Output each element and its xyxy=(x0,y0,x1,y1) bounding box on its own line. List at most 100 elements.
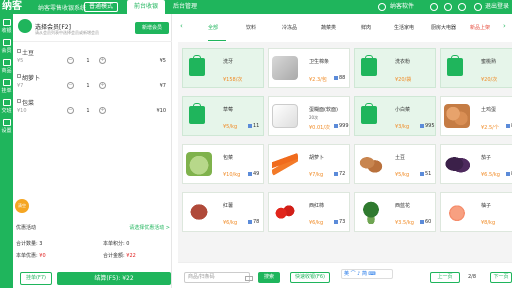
product-image xyxy=(271,54,298,82)
product-card[interactable]: 红薯 ¥6/kg 78 xyxy=(182,192,264,232)
product-image xyxy=(443,102,470,130)
shopping-bag-icon xyxy=(447,55,463,76)
product-image xyxy=(185,102,211,130)
chevron-right-icon[interactable]: › xyxy=(503,22,511,34)
sidebar-item-checkout[interactable]: 收银 xyxy=(1,18,12,34)
member-selector[interactable]: 选择会员[F2] 请从会员列表中选择会员或新增会员 新增会员 xyxy=(13,14,172,42)
plus-icon[interactable]: + xyxy=(99,57,106,64)
product-card[interactable]: 土鸡蛋 ¥2.5/个 8 xyxy=(440,96,512,136)
quick-checkout-button[interactable]: 快速收银(F6) xyxy=(290,272,330,283)
logout-icon[interactable] xyxy=(474,3,482,11)
product-price: ¥7/kg xyxy=(309,172,324,178)
cart-item-qty[interactable]: 1 xyxy=(83,83,93,89)
row-checkbox[interactable] xyxy=(17,99,21,103)
keyboard-icon[interactable] xyxy=(245,276,253,281)
sidebar-item-member[interactable]: 会员 xyxy=(1,38,12,54)
promo-select-link[interactable]: 请选择优惠活动 > xyxy=(129,224,170,231)
product-card[interactable]: 西蓝花 ¥3.5/kg 60 xyxy=(354,192,436,232)
product-card[interactable]: 土豆 ¥5/kg 51 xyxy=(354,144,436,184)
product-image xyxy=(357,102,383,130)
product-card[interactable]: 洗牙 ¥158/次 xyxy=(182,48,264,88)
product-card[interactable]: 蜜桃熟 ¥20/次 xyxy=(440,48,512,88)
ime-toolbar[interactable]: 英 ⌒ ♪ 简 ⌨ xyxy=(341,269,393,279)
cart-row[interactable]: 胡萝卜 ¥7 − 1 + ¥7 xyxy=(13,72,172,95)
product-photo xyxy=(272,152,298,176)
page-indicator: 2/8 xyxy=(468,274,477,280)
product-stock: 999 xyxy=(334,123,349,129)
pay-button[interactable]: 结算(F5): ¥22 xyxy=(57,272,171,285)
minus-icon[interactable]: − xyxy=(67,57,74,64)
user-icon[interactable] xyxy=(378,3,386,11)
plus-icon[interactable]: + xyxy=(99,107,106,114)
lock-icon[interactable] xyxy=(444,3,452,11)
tab-front-checkout[interactable]: 前台收银 xyxy=(127,0,166,14)
minus-icon[interactable]: − xyxy=(67,82,74,89)
category-tab[interactable]: 鲜肉 xyxy=(361,24,371,31)
product-card[interactable]: 茄子 ¥6.5/kg 8 xyxy=(440,144,512,184)
category-tab[interactable]: 厨房大电器 xyxy=(431,24,456,31)
new-member-button[interactable]: 新增会员 xyxy=(135,22,169,34)
product-image xyxy=(271,198,298,226)
cart-row[interactable]: 包菜 ¥10 − 1 + ¥10 xyxy=(13,97,172,120)
category-tab[interactable]: 蔬菜类 xyxy=(321,24,336,31)
product-price: ¥3/kg xyxy=(395,124,410,130)
product-card[interactable]: 胡萝卜 ¥7/kg 72 xyxy=(268,144,350,184)
product-card[interactable]: 包菜 ¥10/kg 49 xyxy=(182,144,264,184)
mode-toggle-button[interactable]: 普通模式 xyxy=(84,2,119,12)
product-photo xyxy=(272,104,298,128)
tab-back-office[interactable]: 后台管理 xyxy=(166,0,204,14)
product-image xyxy=(443,198,470,226)
software-name: 纳客软件 xyxy=(390,3,415,10)
product-photo xyxy=(444,104,470,128)
summary-points: 本单积分: 0 xyxy=(103,241,130,247)
product-stock: 51 xyxy=(420,171,431,177)
headset-icon[interactable] xyxy=(430,3,438,11)
shopping-bag-icon xyxy=(361,55,377,76)
promo-row[interactable]: 优惠活动 请选择优惠活动 > xyxy=(16,224,170,231)
category-bar: ‹ 全部 饮料 冷冻品 蔬菜类 鲜肉 生活家电 厨房大电器 新品上架 › xyxy=(178,14,512,42)
cart-item-qty[interactable]: 1 xyxy=(83,58,93,64)
product-card[interactable]: 洗衣粉 ¥20/袋 xyxy=(354,48,436,88)
product-name: 蛋糊面(软面) xyxy=(309,107,338,113)
category-tab[interactable]: 全部 xyxy=(208,24,218,31)
product-photo xyxy=(444,200,470,224)
hold-order-button[interactable]: 挂单(F7) xyxy=(20,272,52,285)
product-card[interactable]: 蛋糊面(软面) 20次 ¥0.01/次 999 xyxy=(268,96,350,136)
refresh-icon[interactable] xyxy=(458,3,466,11)
product-photo xyxy=(272,200,298,224)
search-input[interactable]: 商品/扫条码 xyxy=(184,272,253,283)
sidebar-item-goods[interactable]: 商品 xyxy=(1,58,12,74)
clear-cart-button[interactable]: 清空 xyxy=(15,199,29,213)
product-price: ¥0.01/次 xyxy=(309,125,330,131)
sidebar-item-shift[interactable]: 交班 xyxy=(1,98,12,114)
row-checkbox[interactable] xyxy=(17,74,21,78)
side-nav: 收银 会员 商品 挂单 交班 设置 xyxy=(0,14,13,288)
product-card[interactable]: 卫生棉条 ¥2.3/包 88 xyxy=(268,48,350,88)
product-photo xyxy=(186,152,212,176)
next-page-button[interactable]: 下一页 xyxy=(490,272,512,283)
category-tab[interactable]: 饮料 xyxy=(246,24,256,31)
plus-icon[interactable]: + xyxy=(99,82,106,89)
product-card[interactable]: 西红柿 ¥6/kg 73 xyxy=(268,192,350,232)
row-checkbox[interactable] xyxy=(17,49,21,53)
product-price: ¥158/次 xyxy=(223,77,243,83)
product-name: 卫生棉条 xyxy=(309,59,330,65)
product-card[interactable]: 草莓 ¥5/kg 11 xyxy=(182,96,264,136)
shopping-bag-icon xyxy=(361,103,377,124)
minus-icon[interactable]: − xyxy=(67,107,74,114)
prev-page-button[interactable]: 上一页 xyxy=(430,272,460,283)
logout-link[interactable]: 退出登录 xyxy=(485,0,509,14)
cart-row[interactable]: 土豆 ¥5 − 1 + ¥5 xyxy=(13,47,172,70)
search-button[interactable]: 搜索 xyxy=(258,272,280,283)
product-image xyxy=(357,198,384,226)
product-card[interactable]: 小白菜 ¥3/kg 995 xyxy=(354,96,436,136)
sidebar-item-settings[interactable]: 设置 xyxy=(1,118,12,134)
category-tab[interactable]: 生活家电 xyxy=(394,24,414,31)
product-image xyxy=(271,150,298,178)
cart-item-qty[interactable]: 1 xyxy=(83,108,93,114)
product-card[interactable]: 柚子 ¥8/kg xyxy=(440,192,512,232)
category-tab[interactable]: 新品上架 xyxy=(470,24,490,31)
category-tab[interactable]: 冷冻品 xyxy=(282,24,297,31)
chevron-left-icon[interactable]: ‹ xyxy=(180,22,188,34)
sidebar-item-hold[interactable]: 挂单 xyxy=(1,78,12,94)
